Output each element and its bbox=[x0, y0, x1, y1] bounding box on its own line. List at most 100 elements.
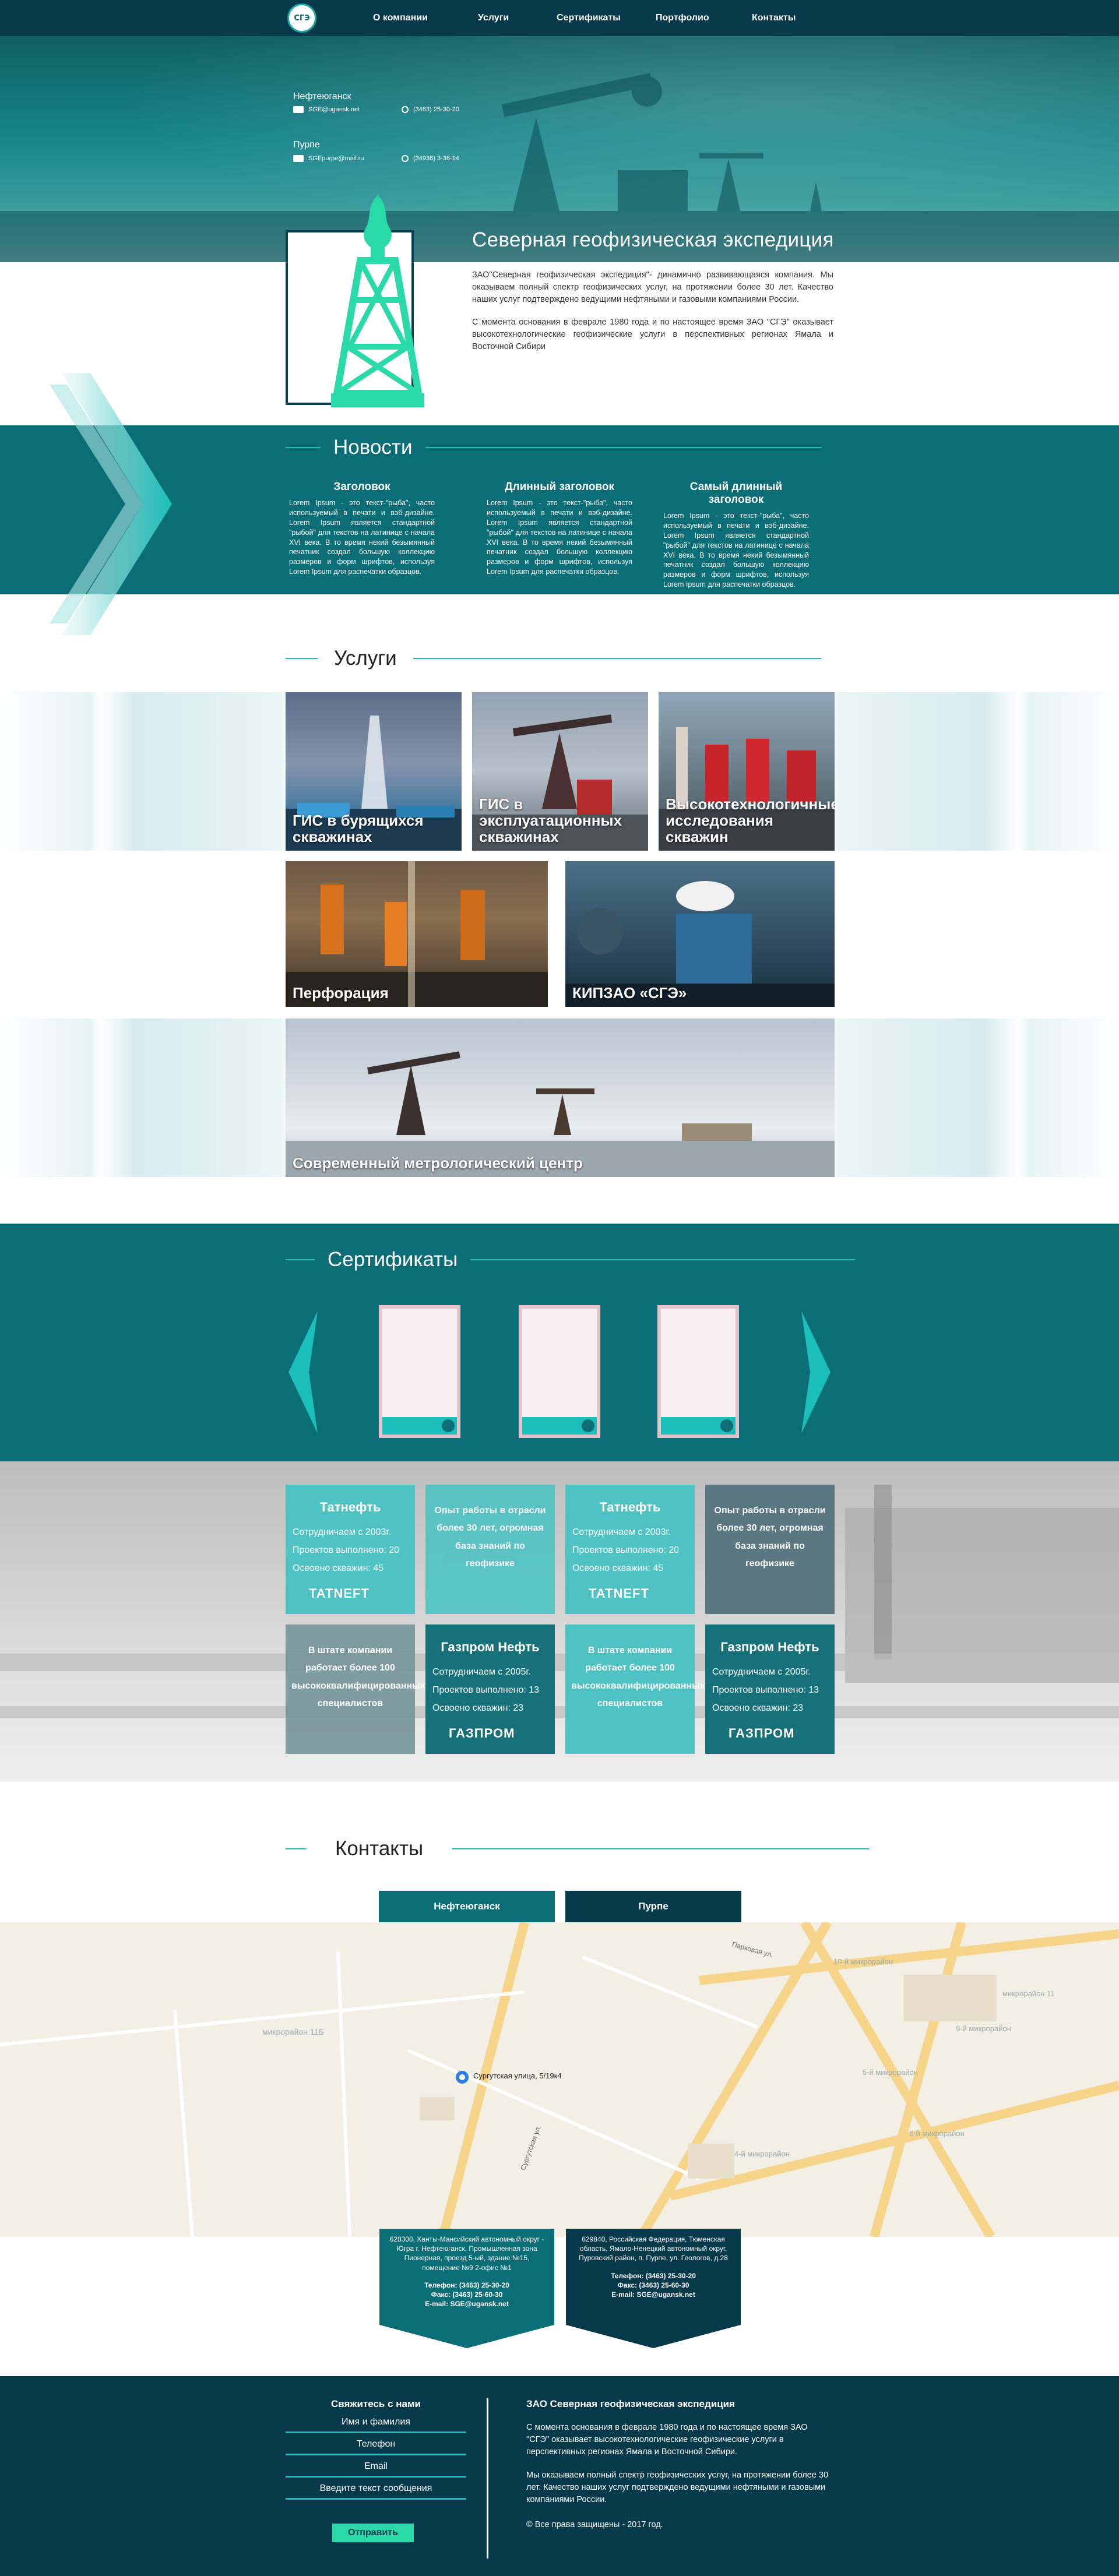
phone-purpe[interactable]: (34936) 3-38-14 bbox=[413, 155, 459, 162]
slider-next-arrow[interactable] bbox=[798, 1305, 833, 1439]
tab-neftyugansk[interactable]: Нефтеюганск bbox=[379, 1891, 555, 1922]
logo-text: СГЭ bbox=[294, 13, 310, 23]
address-email[interactable]: E-mail: SGE@ugansk.net bbox=[386, 2299, 547, 2309]
contacts-heading: Контакты bbox=[286, 1837, 870, 1860]
map[interactable]: Сургутская улица, 5/19к4 микрорайон 11Б … bbox=[0, 1922, 1119, 2237]
map-label: 4-й микрорайон bbox=[734, 2149, 790, 2158]
address-card-purpe: 629840, Российская Федерация, Тюменская … bbox=[566, 2229, 741, 2325]
heading-line-left bbox=[286, 447, 321, 448]
map-label: 6-й микрорайон bbox=[909, 2129, 965, 2138]
email-purpe[interactable]: SGEpurpe@mail.ru bbox=[308, 155, 402, 162]
slogan-card: В штате компании работает более 100 высо… bbox=[565, 1624, 705, 1754]
name-field[interactable]: Имя и фамилия bbox=[286, 2417, 466, 2433]
news-item[interactable]: Самый длинный заголовок Lorem Ipsum - эт… bbox=[663, 481, 809, 590]
news-item-text: Lorem Ipsum - это текст-"рыба", часто ис… bbox=[487, 499, 632, 576]
mail-icon bbox=[293, 106, 304, 113]
client-name: Татнефть bbox=[319, 1500, 381, 1514]
about-paragraph-1: ЗАО"Северная геофизическая экспедиция"- … bbox=[472, 270, 833, 305]
client-card-tatneft[interactable]: Татнефть Сотрудничаем с 2003г. Проектов … bbox=[565, 1485, 695, 1614]
contact-form-title: Свяжитесь с нами bbox=[330, 2398, 421, 2409]
service-label: Современный метрологический центр bbox=[293, 1154, 583, 1172]
contacts-title: Контакты bbox=[335, 1837, 424, 1860]
certificate-card[interactable] bbox=[519, 1305, 600, 1438]
page-title: Северная геофизическая экспедиция bbox=[472, 228, 834, 251]
send-button[interactable]: Отправить bbox=[332, 2524, 414, 2542]
certificate-footer bbox=[661, 1417, 736, 1435]
nav-item-services[interactable]: Услуги bbox=[478, 0, 557, 36]
address-card-tip bbox=[379, 2325, 554, 2348]
message-field[interactable]: Введите текст сообщения bbox=[286, 2483, 466, 2500]
client-card-gazprom[interactable]: Газпром Нефть Сотрудничаем с 2005г. Прое… bbox=[425, 1624, 555, 1754]
tab-purpe[interactable]: Пурпе bbox=[565, 1891, 741, 1922]
footer-paragraph-1: С момента основания в феврале 1980 года … bbox=[526, 2423, 808, 2457]
tatneft-logo: TATNEFT bbox=[309, 1586, 370, 1601]
client-card-tatneft[interactable]: Татнефть Сотрудничаем с 2003г. Проектов … bbox=[286, 1485, 415, 1614]
address-email[interactable]: E-mail: SGE@ugansk.net bbox=[573, 2290, 734, 2299]
client-stat: Проектов выполнено: 13 bbox=[712, 1685, 819, 1696]
client-name: Газпром Нефть bbox=[720, 1640, 819, 1654]
zoom-icon[interactable] bbox=[582, 1419, 594, 1432]
address-text: 628300, Ханты-Мансийский автономный окру… bbox=[389, 2235, 544, 2272]
slogan-card: Опыт работы в отрасли более 30 лет, огро… bbox=[425, 1485, 555, 1614]
company-logo[interactable]: СГЭ bbox=[287, 3, 316, 33]
client-stat: Сотрудничаем с 2003г. bbox=[572, 1527, 671, 1537]
heading-line-left bbox=[286, 1848, 306, 1849]
slogan-text: Опыт работы в отрасли более 30 лет, огро… bbox=[434, 1506, 546, 1569]
certificate-card[interactable] bbox=[379, 1305, 460, 1438]
tatneft-logo: TATNEFT bbox=[589, 1586, 649, 1601]
services-row-bg bbox=[0, 861, 1119, 1007]
address-card-tip bbox=[566, 2325, 741, 2348]
phone-icon bbox=[402, 106, 409, 113]
nav-menu: О компании Услуги Сертификаты Портфолио … bbox=[373, 0, 822, 36]
footer-copyright: © Все права защищены - 2017 год. bbox=[526, 2520, 663, 2529]
service-label: КИПЗАО «СГЭ» bbox=[572, 984, 687, 1002]
service-tile[interactable]: Современный метрологический центр bbox=[286, 1019, 835, 1177]
city-neftyugansk: Нефтеюганск bbox=[293, 91, 351, 101]
client-stat: Освоено скважин: 45 bbox=[293, 1563, 384, 1574]
email-neftyugansk[interactable]: SGE@ugansk.net bbox=[308, 106, 402, 113]
address-phone[interactable]: Телефон: (3463) 25-30-20 bbox=[573, 2271, 734, 2281]
slider-prev-arrow[interactable] bbox=[286, 1305, 321, 1439]
map-label: 10-й микрорайон bbox=[833, 1957, 893, 1966]
certificate-footer bbox=[382, 1417, 457, 1435]
nav-item-certificates[interactable]: Сертификаты bbox=[557, 0, 656, 36]
service-tile[interactable]: КИПЗАО «СГЭ» bbox=[565, 861, 835, 1007]
news-item-title: Длинный заголовок bbox=[505, 481, 614, 493]
gazprom-logo: ГАЗПРОМ bbox=[449, 1726, 515, 1740]
nav-item-about[interactable]: О компании bbox=[373, 0, 478, 36]
certificate-card[interactable] bbox=[657, 1305, 739, 1438]
drilling-tower-icon bbox=[331, 195, 424, 407]
service-tile[interactable]: ГИС в эксплуатационных скважинах bbox=[472, 692, 648, 851]
client-card-gazprom[interactable]: Газпром Нефть Сотрудничаем с 2005г. Прое… bbox=[705, 1624, 835, 1754]
news-item[interactable]: Заголовок Lorem Ipsum - это текст-"рыба"… bbox=[289, 481, 435, 577]
news-item[interactable]: Длинный заголовок Lorem Ipsum - это текс… bbox=[487, 481, 632, 577]
news-item-title: Самый длинный заголовок bbox=[689, 481, 783, 506]
phone-field[interactable]: Телефон bbox=[286, 2439, 466, 2455]
metrology-center-image bbox=[286, 1051, 835, 1177]
service-tile[interactable]: Перфорация bbox=[286, 861, 548, 1007]
phone-neftyugansk[interactable]: (3463) 25-30-20 bbox=[413, 106, 459, 113]
certificate-footer bbox=[522, 1417, 597, 1435]
zoom-icon[interactable] bbox=[442, 1419, 455, 1432]
service-tile[interactable]: Высокотехнологичные исследования скважин bbox=[659, 692, 835, 851]
nav-item-portfolio[interactable]: Портфолио bbox=[656, 0, 752, 36]
news-item-title: Заголовок bbox=[333, 481, 390, 493]
client-stat: Проектов выполнено: 20 bbox=[572, 1545, 680, 1556]
zoom-icon[interactable] bbox=[720, 1419, 733, 1432]
mail-icon bbox=[293, 155, 304, 162]
services-title: Услуги bbox=[334, 647, 397, 669]
address-phone[interactable]: Телефон: (3463) 25-30-20 bbox=[386, 2281, 547, 2290]
email-field[interactable]: Email bbox=[286, 2461, 466, 2478]
heading-line-left bbox=[286, 658, 318, 659]
service-tile[interactable]: ГИС в бурящихся скважинах bbox=[286, 692, 462, 851]
slogan-text: В штате компании работает более 100 высо… bbox=[571, 1645, 705, 1709]
news-item-text: Lorem Ipsum - это текст-"рыба", часто ис… bbox=[663, 512, 809, 589]
nav-item-contacts[interactable]: Контакты bbox=[752, 0, 822, 36]
certificates-heading: Сертификаты bbox=[286, 1248, 856, 1271]
slogan-text: Опыт работы в отрасли более 30 лет, огро… bbox=[714, 1506, 826, 1569]
chevron-decoration bbox=[50, 373, 172, 635]
client-name: Газпром Нефть bbox=[441, 1640, 540, 1654]
client-stat: Освоено скважин: 45 bbox=[572, 1563, 664, 1574]
heading-line-right bbox=[452, 1848, 870, 1849]
heading-line-left bbox=[286, 1259, 315, 1260]
